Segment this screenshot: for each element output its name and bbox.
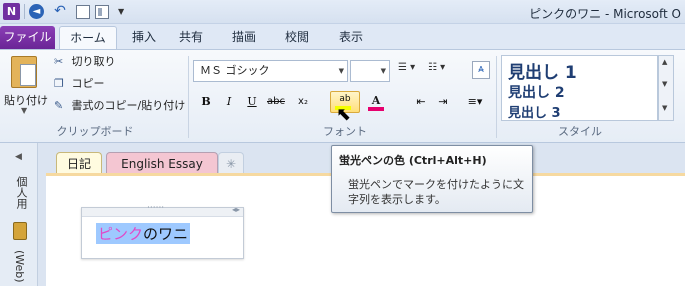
onenote-app-icon[interactable]: N	[3, 3, 20, 20]
highlight-tooltip: 蛍光ペンの色 (Ctrl+Alt+H) 蛍光ペンでマークを付けたように文字列を表…	[331, 145, 533, 213]
tab-insert[interactable]: 挿入	[122, 26, 166, 49]
bold-button[interactable]: B	[197, 93, 215, 111]
scroll-up-icon[interactable]: ▲	[662, 58, 667, 66]
font-name-combobox[interactable]: ＭＳ ゴシック ▼	[193, 60, 348, 82]
tab-draw[interactable]: 描画	[223, 26, 265, 49]
style-heading-1[interactable]: 見出し 1	[508, 58, 577, 83]
styles-gallery: 見出し 1 見出し 2 見出し 3	[501, 55, 658, 121]
paintbrush-icon: ✎	[54, 99, 64, 112]
format-painter-button[interactable]: ✎ 書式のコピー/貼り付け	[54, 98, 185, 114]
tooltip-title: 蛍光ペンの色 (Ctrl+Alt+H)	[339, 154, 487, 167]
chevron-down-icon[interactable]: ▼	[339, 61, 344, 81]
style-heading-2[interactable]: 見出し 2	[508, 82, 565, 102]
cut-button[interactable]: ✂ 切り取り	[54, 54, 116, 70]
customize-toolbar-dropdown[interactable]: ▼	[118, 3, 128, 20]
font-name-value: ＭＳ ゴシック	[200, 64, 270, 77]
font-color-bar	[368, 107, 384, 111]
copy-button[interactable]: ❐ コピー	[54, 76, 105, 92]
highlight-label: ab	[339, 94, 351, 104]
ribbon: 貼り付け ▼ ✂ 切り取り ❐ コピー ✎ 書式のコピー/貼り付け クリップボー…	[0, 49, 685, 143]
notebook-web-label[interactable]: (Web)	[13, 250, 26, 283]
notebook-icon[interactable]	[13, 222, 27, 240]
styles-scrollbar[interactable]: ▲ ▼ ▼	[658, 55, 674, 121]
window-title: ピンクのワニ - Microsoft O	[529, 7, 681, 21]
note-drag-handle[interactable]	[82, 203, 243, 217]
decrease-indent-button[interactable]: ⇤	[412, 93, 430, 111]
group-separator	[496, 56, 497, 138]
tab-view[interactable]: 表示	[330, 26, 372, 49]
styles-group-label: スタイル	[558, 125, 602, 138]
paste-dropdown-arrow[interactable]: ▼	[21, 106, 27, 115]
group-separator	[188, 56, 189, 138]
font-group-label: フォント	[323, 125, 367, 138]
more-styles-icon[interactable]: ▼	[662, 104, 667, 112]
tab-home[interactable]: ホーム	[59, 26, 117, 49]
toolbar-separator	[24, 4, 25, 19]
section-tab-diary[interactable]: 日記	[56, 152, 102, 174]
chevron-down-icon[interactable]: ▼	[381, 61, 386, 81]
style-heading-3[interactable]: 見出し 3	[508, 102, 561, 121]
font-color-button[interactable]: A	[366, 92, 386, 111]
note-container[interactable]: ◂▸ ピンクのワニ	[81, 203, 244, 259]
tab-file[interactable]: ファイル	[0, 26, 55, 49]
section-tab-english-essay[interactable]: English Essay	[106, 152, 218, 174]
font-color-label: A	[371, 94, 381, 107]
scroll-down-icon[interactable]: ▼	[662, 80, 667, 88]
note-text[interactable]: ピンクのワニ	[96, 223, 191, 244]
font-size-combobox[interactable]: ▼	[350, 60, 390, 82]
collapse-pane-icon[interactable]: ◀	[15, 152, 22, 162]
tab-share[interactable]: 共有	[170, 26, 212, 49]
cut-label: 切り取り	[71, 55, 116, 68]
clear-formatting-icon[interactable]: A̶	[472, 61, 490, 79]
italic-button[interactable]: I	[220, 93, 238, 111]
tooltip-body: 蛍光ペンでマークを付けたように文字列を表示します。	[348, 178, 524, 206]
dock-to-desktop-icon[interactable]	[95, 5, 109, 19]
copy-icon: ❐	[54, 77, 64, 90]
mouse-cursor-icon: ⬉	[336, 104, 352, 125]
paste-icon[interactable]	[11, 56, 37, 88]
copy-label: コピー	[71, 77, 105, 90]
scissors-icon: ✂	[54, 55, 64, 68]
note-text-black: のワニ	[143, 225, 189, 243]
strikethrough-button[interactable]: abc	[264, 93, 288, 111]
note-close-icon[interactable]: ◂▸	[232, 205, 240, 214]
ribbon-tab-bar: ファイル ホーム 挿入 共有 描画 校閲 表示	[0, 24, 685, 49]
clipboard-group-label: クリップボード	[56, 125, 134, 138]
tab-review[interactable]: 校閲	[276, 26, 318, 49]
title-bar: N ◄ ↶ ▼ ピンクのワニ - Microsoft O	[0, 0, 685, 24]
new-section-icon[interactable]: ✳	[218, 152, 244, 174]
underline-button[interactable]: U	[243, 93, 261, 111]
bullet-list-button[interactable]: ☰ ▾	[398, 62, 420, 78]
increase-indent-button[interactable]: ⇥	[434, 93, 452, 111]
back-icon[interactable]: ◄	[29, 4, 44, 19]
note-text-pink: ピンク	[98, 225, 144, 243]
paragraph-align-button[interactable]: ≡▾	[462, 93, 488, 111]
format-painter-label: 書式のコピー/貼り付け	[71, 99, 186, 112]
numbered-list-button[interactable]: ☷ ▾	[428, 62, 450, 78]
page-view-icon[interactable]	[76, 5, 90, 19]
notebook-name[interactable]: 個人用	[13, 176, 29, 209]
subscript-button[interactable]: x₂	[291, 93, 315, 111]
undo-icon[interactable]: ↶	[52, 3, 68, 20]
